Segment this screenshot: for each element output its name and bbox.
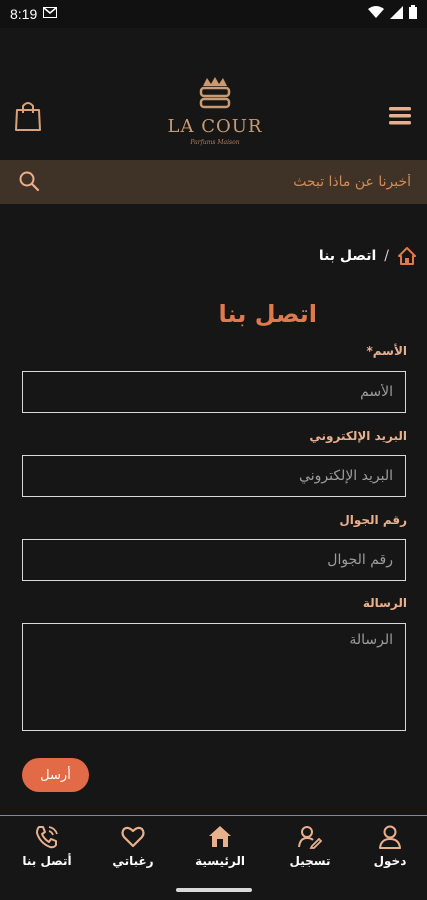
add-user-icon bbox=[298, 826, 323, 849]
menu-button[interactable] bbox=[389, 106, 411, 126]
phone-icon bbox=[36, 826, 58, 849]
email-label: البريد الإلكتروني bbox=[309, 429, 407, 443]
breadcrumb: / اتصل بنا bbox=[319, 246, 417, 266]
nav-item-login[interactable]: دخول bbox=[355, 824, 425, 868]
status-bar: 8:19 bbox=[0, 0, 427, 28]
nav-label-register: تسجيل bbox=[289, 854, 331, 868]
send-button[interactable]: أرسل bbox=[22, 758, 89, 792]
home-icon[interactable] bbox=[397, 246, 417, 266]
name-field[interactable] bbox=[22, 371, 406, 413]
nav-label-login: دخول bbox=[373, 854, 407, 868]
home-indicator[interactable] bbox=[176, 888, 252, 892]
crown-icon bbox=[199, 77, 231, 109]
cart-button[interactable] bbox=[14, 100, 42, 132]
hamburger-menu-icon bbox=[389, 107, 411, 125]
heart-icon bbox=[121, 826, 145, 848]
user-icon bbox=[379, 825, 401, 849]
signal-icon bbox=[390, 5, 403, 23]
name-label: الأسم* bbox=[366, 344, 407, 358]
status-time: 8:19 bbox=[10, 6, 38, 22]
email-field[interactable] bbox=[22, 455, 406, 497]
phone-label: رقم الجوال bbox=[339, 513, 407, 527]
gmail-icon bbox=[43, 6, 58, 22]
search-icon[interactable] bbox=[18, 170, 40, 192]
nav-item-contact[interactable]: أتصل بنا bbox=[12, 824, 82, 868]
brand-tagline: Parfums Maison bbox=[190, 139, 240, 146]
nav-item-home[interactable]: الرئيسية bbox=[185, 824, 255, 868]
wifi-icon bbox=[368, 5, 384, 23]
nav-label-contact: أتصل بنا bbox=[22, 854, 72, 868]
battery-icon bbox=[409, 5, 417, 23]
phone-field[interactable] bbox=[22, 539, 406, 581]
brand-logo[interactable]: LA COUR Parfums Maison bbox=[150, 76, 280, 156]
nav-item-wishlist[interactable]: رغباتي bbox=[98, 824, 168, 868]
breadcrumb-current: اتصل بنا bbox=[318, 248, 377, 264]
app-header: LA COUR Parfums Maison bbox=[0, 28, 427, 160]
message-label: الرسالة bbox=[362, 596, 407, 610]
brand-name: LA COUR bbox=[167, 116, 263, 137]
home-icon bbox=[209, 826, 231, 847]
page-title: اتصل بنا bbox=[218, 300, 317, 328]
nav-item-register[interactable]: تسجيل bbox=[275, 824, 345, 868]
nav-label-wishlist: رغباتي bbox=[112, 854, 154, 868]
message-field[interactable] bbox=[22, 623, 406, 731]
breadcrumb-separator: / bbox=[384, 248, 389, 264]
search-input[interactable] bbox=[81, 169, 411, 195]
shopping-bag-icon bbox=[15, 102, 41, 131]
nav-label-home: الرئيسية bbox=[195, 854, 245, 868]
search-bar bbox=[0, 160, 427, 204]
